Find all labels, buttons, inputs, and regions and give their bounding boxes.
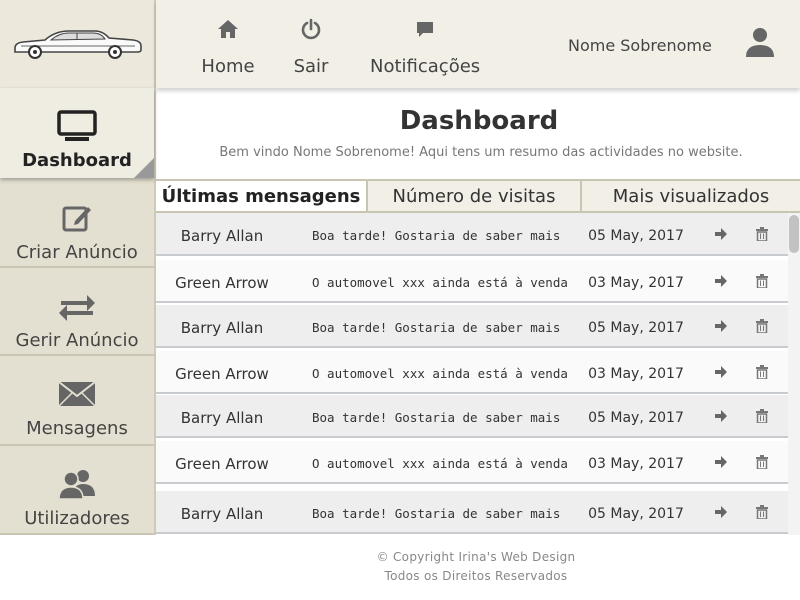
forward-arrow-icon[interactable] xyxy=(714,409,728,427)
list-item[interactable]: Barry Allan Boa tarde! Gostaria de saber… xyxy=(156,213,788,256)
power-icon xyxy=(289,18,333,44)
chat-bubble-icon xyxy=(370,18,480,44)
forward-arrow-icon[interactable] xyxy=(714,365,728,383)
trash-icon[interactable] xyxy=(755,505,769,523)
top-navigation-bar: Home Sair Notificações Nome Sobrenome xyxy=(156,0,800,88)
forward-arrow-icon[interactable] xyxy=(714,227,728,245)
list-item[interactable]: Green Arrow O automovel xxx ainda está à… xyxy=(156,351,788,394)
message-sender: Barry Allan xyxy=(180,319,264,337)
list-item[interactable]: Green Arrow O automovel xxx ainda está à… xyxy=(156,260,788,303)
forward-arrow-icon[interactable] xyxy=(714,455,728,473)
message-date: 03 May, 2017 xyxy=(588,366,684,382)
page-subtitle: Bem vindo Nome Sobrenome! Aqui tens um r… xyxy=(219,145,743,160)
message-sender: Green Arrow xyxy=(175,365,269,383)
footer-copyright: © Copyright Irina's Web Design xyxy=(376,550,576,564)
forward-arrow-icon[interactable] xyxy=(714,505,728,523)
trash-icon[interactable] xyxy=(755,409,769,427)
message-date: 05 May, 2017 xyxy=(588,410,684,426)
message-preview: O automovel xxx ainda está à venda? xyxy=(312,275,568,290)
message-date: 05 May, 2017 xyxy=(588,228,684,244)
nav-notifications[interactable]: Notificações xyxy=(370,18,480,77)
sidebar-item-label: Criar Anúncio xyxy=(16,242,138,263)
list-item[interactable]: Barry Allan Boa tarde! Gostaria de saber… xyxy=(156,395,788,438)
message-sender: Green Arrow xyxy=(175,455,269,473)
nav-notifications-label: Notificações xyxy=(370,56,481,77)
tab-numero-de-visitas[interactable]: Número de visitas xyxy=(368,181,582,211)
scrollbar-thumb[interactable] xyxy=(789,215,799,253)
sidebar-item-label: Gerir Anúncio xyxy=(15,330,139,351)
nav-home-label: Home xyxy=(201,56,255,77)
message-preview: Boa tarde! Gostaria de saber mais infor- xyxy=(312,506,568,521)
list-item[interactable]: Barry Allan Boa tarde! Gostaria de saber… xyxy=(156,491,788,534)
nav-home[interactable]: Home xyxy=(200,18,256,77)
envelope-icon xyxy=(0,376,154,412)
nav-logout-label: Sair xyxy=(293,56,329,77)
message-preview: Boa tarde! Gostaria de saber mais infor- xyxy=(312,410,568,425)
sidebar: Dashboard Criar Anúncio Gerir Anúncio Me… xyxy=(0,88,156,535)
user-name[interactable]: Nome Sobrenome xyxy=(568,36,712,55)
footer-rights: Todos os Direitos Reservados xyxy=(384,569,568,583)
message-preview: O automovel xxx ainda está à venda? xyxy=(312,366,568,381)
sidebar-item-dashboard[interactable]: Dashboard xyxy=(0,88,154,178)
sidebar-item-label: Utilizadores xyxy=(24,508,130,529)
message-date: 03 May, 2017 xyxy=(588,456,684,472)
trash-icon[interactable] xyxy=(755,319,769,337)
swap-arrows-icon xyxy=(0,288,154,324)
page-title: Dashboard xyxy=(399,106,559,136)
sidebar-item-label: Mensagens xyxy=(26,418,128,439)
message-preview: O automovel xxx ainda está à venda? xyxy=(312,456,568,471)
home-icon xyxy=(200,18,256,44)
forward-arrow-icon[interactable] xyxy=(714,319,728,337)
message-list-scrollbar[interactable] xyxy=(788,213,800,535)
sidebar-item-criar-anuncio[interactable]: Criar Anúncio xyxy=(0,178,154,268)
car-icon xyxy=(14,30,142,59)
edit-icon xyxy=(0,200,154,236)
users-icon xyxy=(0,466,154,502)
trash-icon[interactable] xyxy=(755,455,769,473)
message-sender: Green Arrow xyxy=(175,274,269,292)
user-avatar-icon[interactable] xyxy=(744,26,776,62)
tab-bar: Últimas mensagens Número de visitas Mais… xyxy=(156,179,800,213)
trash-icon[interactable] xyxy=(755,227,769,245)
message-date: 05 May, 2017 xyxy=(588,506,684,522)
sidebar-item-label: Dashboard xyxy=(22,150,132,171)
trash-icon[interactable] xyxy=(755,274,769,292)
footer: © Copyright Irina's Web Design Todos os … xyxy=(156,548,796,586)
message-sender: Barry Allan xyxy=(180,505,264,523)
nav-logout[interactable]: Sair xyxy=(289,18,333,77)
sidebar-item-utilizadores[interactable]: Utilizadores xyxy=(0,446,154,535)
active-corner-marker xyxy=(134,158,154,178)
message-date: 05 May, 2017 xyxy=(588,320,684,336)
message-sender: Barry Allan xyxy=(180,227,264,245)
forward-arrow-icon[interactable] xyxy=(714,274,728,292)
tab-mais-visualizados[interactable]: Mais visualizados xyxy=(582,181,800,211)
monitor-icon xyxy=(0,108,154,144)
list-item[interactable]: Barry Allan Boa tarde! Gostaria de saber… xyxy=(156,305,788,348)
trash-icon[interactable] xyxy=(755,365,769,383)
car-logo[interactable] xyxy=(0,0,156,88)
message-date: 03 May, 2017 xyxy=(588,275,684,291)
message-preview: Boa tarde! Gostaria de saber mais infor- xyxy=(312,228,568,243)
message-list: Barry Allan Boa tarde! Gostaria de saber… xyxy=(156,213,788,535)
message-sender: Barry Allan xyxy=(180,409,264,427)
list-item[interactable]: Green Arrow O automovel xxx ainda está à… xyxy=(156,441,788,484)
tab-ultimas-mensagens[interactable]: Últimas mensagens xyxy=(156,181,368,211)
sidebar-item-mensagens[interactable]: Mensagens xyxy=(0,356,154,446)
sidebar-item-gerir-anuncio[interactable]: Gerir Anúncio xyxy=(0,268,154,356)
message-preview: Boa tarde! Gostaria de saber mais infor- xyxy=(312,320,568,335)
